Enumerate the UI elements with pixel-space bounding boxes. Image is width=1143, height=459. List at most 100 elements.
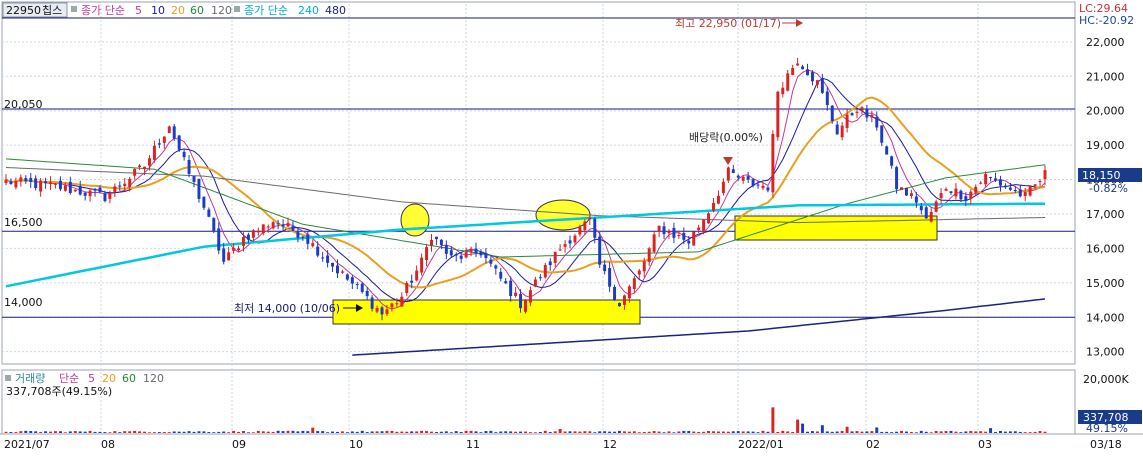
x-label-02: 02	[866, 438, 880, 451]
volume-bar	[494, 432, 498, 433]
volume-bar	[345, 432, 349, 433]
candle-body	[964, 196, 968, 201]
candle-body	[321, 257, 325, 259]
candle-body	[1038, 181, 1042, 183]
stock-chart: 13,00014,00015,00016,00017,00018,00019,0…	[0, 0, 1143, 455]
x-label-10: 10	[349, 438, 363, 451]
candle-body	[959, 190, 963, 200]
volume-bar	[850, 431, 854, 433]
volume-bar	[820, 425, 824, 433]
candle-body	[301, 236, 305, 238]
volume-bar	[430, 431, 433, 433]
volume-bar	[434, 432, 438, 433]
volume-bar	[172, 431, 176, 433]
volume-bar	[133, 430, 137, 433]
candle-body	[19, 177, 23, 182]
candle-body	[979, 182, 983, 184]
volume-bar	[627, 431, 631, 433]
candle-body	[44, 181, 48, 184]
candle-body	[820, 78, 824, 93]
volume-bar	[68, 431, 72, 433]
volume-bar	[637, 432, 641, 433]
legend-marker-icon	[71, 6, 77, 12]
candle-body	[237, 248, 241, 251]
volume-bar	[410, 431, 414, 433]
candle-body	[647, 248, 651, 262]
candle-body	[103, 193, 107, 202]
candle-body	[994, 178, 998, 181]
candle-body	[34, 178, 38, 188]
volume-bar	[152, 432, 156, 433]
candle-body	[1013, 189, 1017, 191]
volume-bar	[63, 432, 67, 433]
candle-body	[212, 218, 216, 232]
candle-body	[375, 308, 379, 312]
volume-marker-icon	[5, 375, 11, 381]
volume-bar	[301, 430, 305, 433]
x-label-03: 03	[978, 438, 992, 451]
candle-body	[113, 186, 117, 193]
volume-bar	[751, 431, 755, 433]
volume-bar	[266, 431, 270, 433]
candle-body	[88, 190, 92, 197]
candle-body	[563, 244, 567, 247]
candle-body	[454, 254, 458, 256]
volume-bar	[524, 431, 527, 433]
candle-body	[736, 175, 740, 178]
volume-bar	[583, 431, 587, 433]
candle-body	[148, 158, 151, 166]
volume-ma-120: 120	[143, 372, 164, 385]
volume-ma-20: 20	[102, 372, 116, 385]
volume-bar	[1003, 431, 1007, 433]
volume-bar	[578, 431, 582, 433]
volume-bar	[24, 430, 28, 433]
volume-bar	[890, 432, 894, 433]
candle-body	[548, 261, 552, 266]
ma2-legend-label: 종가 단순	[244, 4, 288, 17]
volume-bar	[929, 432, 933, 433]
ma-legend-5: 5	[135, 4, 142, 17]
y-tick-label: 22,000	[1086, 36, 1125, 49]
volume-bar	[187, 431, 191, 433]
candle-body	[177, 135, 181, 150]
volume-bar	[385, 430, 389, 433]
low-annotation: 최저 14,000 (10/06)	[234, 302, 340, 315]
volume-bar	[825, 431, 829, 433]
volume-bar	[904, 431, 908, 433]
candle-body	[152, 145, 156, 160]
candle-body	[939, 193, 943, 199]
volume-bar	[83, 431, 87, 433]
candle-body	[484, 253, 488, 258]
volume-bar	[647, 431, 651, 433]
volume-bar	[78, 431, 82, 433]
candle-body	[692, 231, 696, 246]
volume-bar	[311, 427, 315, 433]
volume-bar	[687, 431, 691, 433]
candle-body	[880, 125, 884, 143]
candle-body	[924, 207, 928, 219]
candle-body	[751, 179, 755, 186]
volume-bar	[365, 432, 369, 433]
volume-axis-label: 20,000K	[1083, 373, 1129, 386]
candle-body	[509, 280, 513, 296]
candle-body	[791, 68, 795, 76]
candle-body	[4, 179, 8, 184]
candle-body	[573, 235, 577, 243]
high-annotation: 최고 22,950 (01/17)	[675, 17, 781, 30]
volume-bar	[355, 431, 359, 433]
candle-body	[845, 114, 849, 128]
volume-bar	[49, 431, 53, 433]
volume-bar	[138, 431, 142, 433]
volume-bar	[53, 431, 57, 433]
candle-body	[984, 173, 988, 185]
volume-bar	[1008, 431, 1012, 433]
candle-body	[222, 248, 226, 262]
volume-bar	[776, 432, 780, 433]
volume-bar	[598, 431, 602, 433]
volume-bar	[439, 431, 443, 433]
volume-bar	[880, 431, 884, 433]
volume-bar	[682, 430, 686, 433]
x-label-2022-01: 2022/01	[738, 438, 784, 451]
candle-body	[514, 292, 518, 297]
highlight-ellipse-1	[400, 203, 430, 237]
